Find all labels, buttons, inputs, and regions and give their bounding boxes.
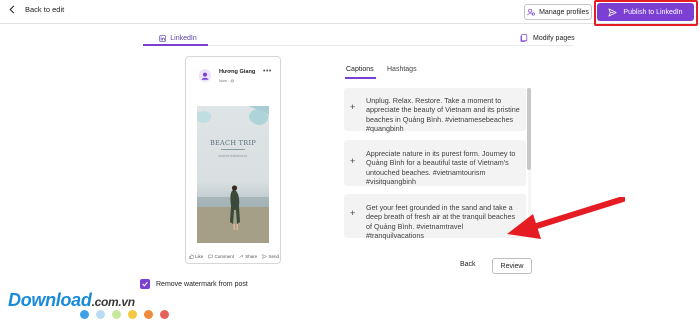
watermark-dot <box>112 310 121 319</box>
share-action[interactable]: Share <box>239 254 257 259</box>
caption-option[interactable]: + Appreciate nature in its purest form. … <box>344 140 526 186</box>
watermark-dots <box>80 310 169 319</box>
tab-linkedin-label: LinkedIn <box>170 34 197 42</box>
post-author-name: Hương Giang <box>219 69 256 75</box>
post-image <box>197 106 269 243</box>
publish-label: Publish to LinkedIn <box>623 8 683 16</box>
watermark-dot <box>96 310 105 319</box>
pages-icon <box>520 34 528 42</box>
manage-profiles-button[interactable]: Manage profiles <box>524 4 592 20</box>
share-label: Share <box>245 253 258 259</box>
watermark-dot <box>160 310 169 319</box>
publish-to-linkedin-button[interactable]: Publish to LinkedIn <box>597 3 694 21</box>
manage-profiles-icon <box>527 8 535 16</box>
beach-photo <box>197 106 269 243</box>
checkmark-icon <box>142 281 148 287</box>
caption-text: Unplug. Relax. Restore. Take a moment to… <box>366 96 520 134</box>
back-button[interactable]: Back <box>460 261 476 268</box>
comment-action[interactable]: Comment <box>208 254 234 259</box>
post-actions: Like Comment Share Send <box>189 251 279 261</box>
comment-icon <box>208 254 214 259</box>
send-action[interactable]: Send <box>262 254 279 259</box>
tab-active-indicator <box>143 44 208 46</box>
add-caption-icon[interactable]: + <box>350 102 355 112</box>
watermark-dot <box>144 310 153 319</box>
captions-scrollbar-thumb[interactable] <box>527 88 531 170</box>
like-icon <box>189 253 194 259</box>
review-button[interactable]: Review <box>492 258 532 274</box>
send-small-icon <box>262 253 268 259</box>
checkbox-checked[interactable] <box>140 279 150 289</box>
caption-option[interactable]: + Get your feet grounded in the sand and… <box>344 194 526 241</box>
caption-text: Get your feet grounded in the sand and t… <box>366 203 516 241</box>
send-label: Send <box>268 253 279 259</box>
top-bar: Back to edit Manage profiles Publish to … <box>0 0 700 24</box>
user-icon <box>199 70 211 82</box>
tab-captions[interactable]: Captions <box>346 66 374 73</box>
remove-watermark-label: Remove watermark from post <box>156 280 248 288</box>
manage-profiles-label: Manage profiles <box>539 8 589 16</box>
more-options-icon[interactable]: ••• <box>263 68 272 75</box>
linkedin-icon <box>159 34 167 42</box>
like-action[interactable]: Like <box>189 254 203 259</box>
watermark-dot <box>80 310 89 319</box>
chevron-left-icon <box>9 5 15 14</box>
watermark-dot <box>128 310 137 319</box>
tab-linkedin[interactable]: LinkedIn <box>148 32 208 44</box>
image-title-divider <box>221 149 245 150</box>
caption-text: Appreciate nature in its purest form. Jo… <box>366 149 516 187</box>
add-caption-icon[interactable]: + <box>350 208 355 218</box>
tab-hashtags[interactable]: Hashtags <box>387 66 417 73</box>
like-label: Like <box>195 253 204 259</box>
image-subtitle: PHOTO PORTFOLIO <box>218 154 248 158</box>
caption-option[interactable]: + Unplug. Relax. Restore. Take a moment … <box>344 88 526 134</box>
avatar <box>199 69 211 82</box>
share-icon <box>239 254 244 258</box>
remove-watermark-toggle[interactable]: Remove watermark from post <box>140 279 248 289</box>
add-caption-icon[interactable]: + <box>350 156 355 166</box>
captions-tab-indicator <box>345 77 376 79</box>
download-watermark-logo: Download.com.vn <box>8 290 135 310</box>
send-icon <box>608 7 617 17</box>
back-to-edit-button[interactable]: Back to edit <box>8 5 64 14</box>
modify-pages-label: Modify pages <box>533 34 575 42</box>
post-meta: Now · ◍ <box>219 78 235 83</box>
modify-pages-button[interactable]: Modify pages <box>520 34 575 42</box>
image-title: BEACH TRIP <box>209 139 257 147</box>
back-to-edit-label: Back to edit <box>25 5 65 14</box>
comment-label: Comment <box>214 253 234 259</box>
